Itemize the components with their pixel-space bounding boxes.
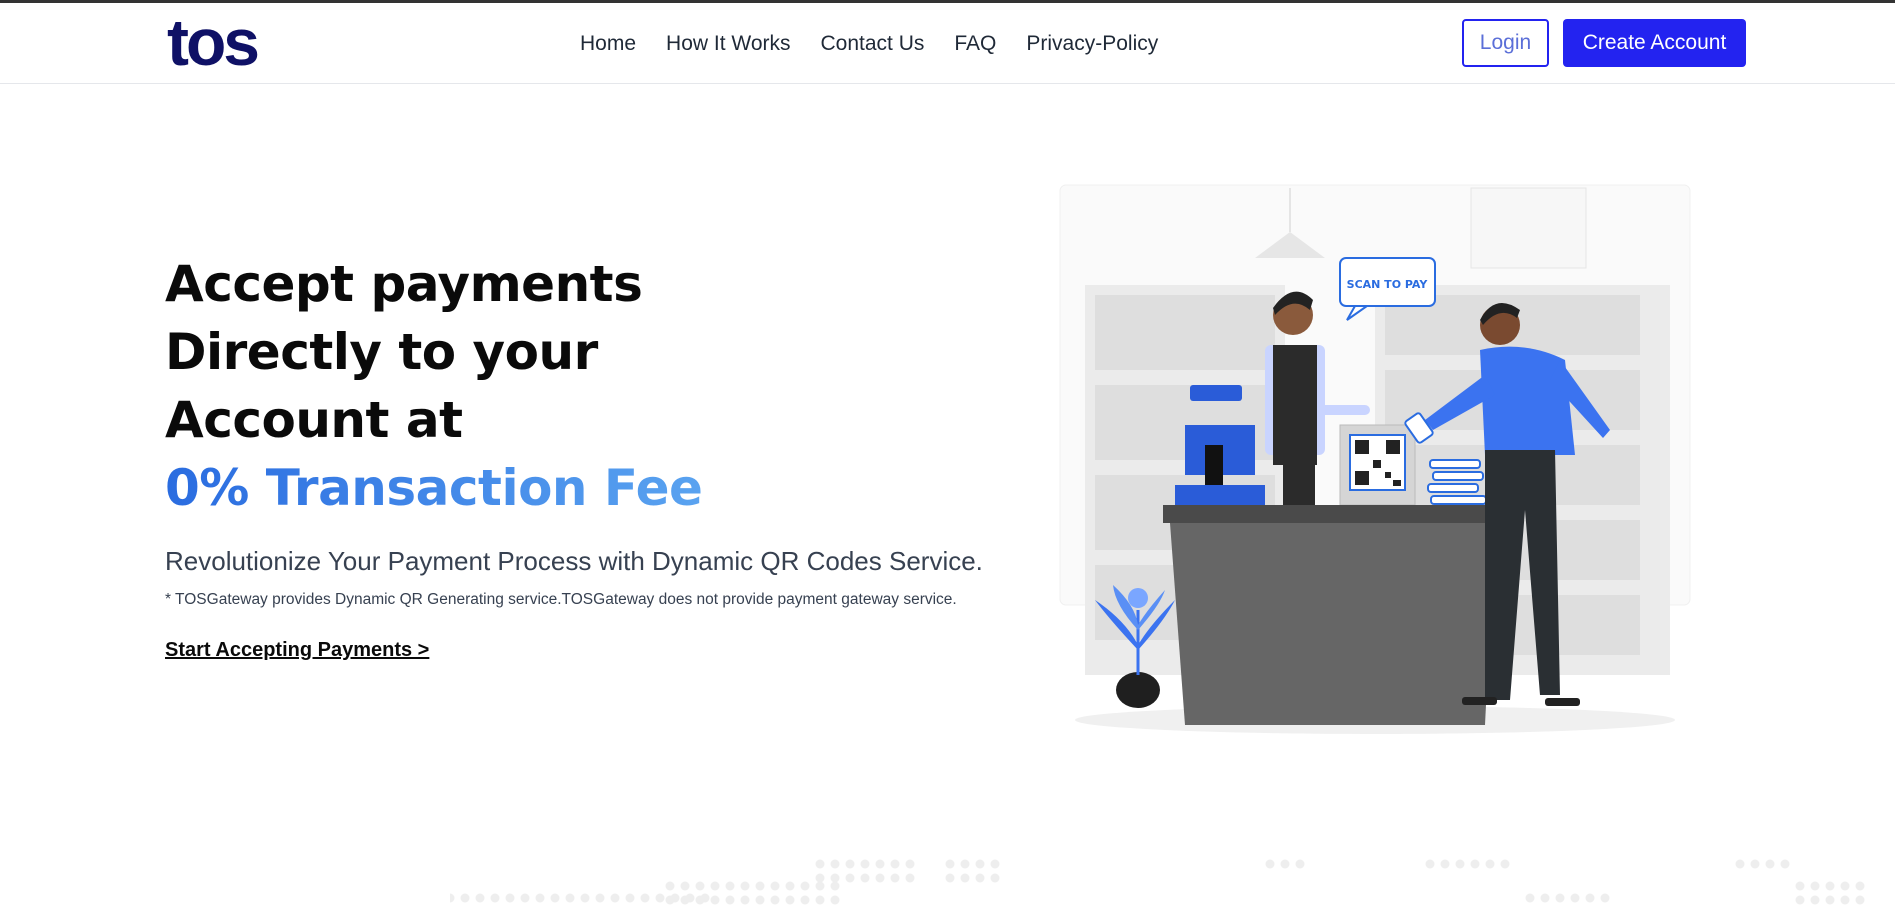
create-account-button[interactable]: Create Account	[1563, 19, 1746, 67]
nav-link-contact-us[interactable]: Contact Us	[821, 32, 925, 56]
nav-link-faq[interactable]: FAQ	[954, 32, 996, 56]
scan-to-pay-text: SCAN TO PAY	[1347, 278, 1429, 291]
navbar: tos Home How It Works Contact Us FAQ Pri…	[0, 3, 1895, 84]
hero-disclaimer: * TOSGateway provides Dynamic QR Generat…	[165, 591, 957, 608]
decorative-dots	[450, 859, 1865, 905]
logo[interactable]: tos	[167, 9, 260, 75]
nav-link-how-it-works[interactable]: How It Works	[666, 32, 790, 56]
hero-subtitle: Revolutionize Your Payment Process with …	[165, 546, 983, 576]
login-button[interactable]: Login	[1462, 19, 1549, 67]
counter	[1163, 505, 1503, 725]
headline-line-3: Account at	[165, 391, 463, 449]
headline-line-1: Accept payments	[165, 255, 643, 313]
payment-illustration: SCAN TO PAY	[1059, 184, 1691, 734]
hero-headline: Accept payments Directly to your Account…	[165, 250, 1005, 522]
hero-section: Accept payments Directly to your Account…	[165, 250, 1005, 662]
qr-code-stand	[1339, 424, 1416, 506]
headline-line-2: Directly to your	[165, 323, 598, 381]
nav-link-privacy-policy[interactable]: Privacy-Policy	[1026, 32, 1158, 56]
nav-links: Home How It Works Contact Us FAQ Privacy…	[580, 3, 1158, 84]
start-accepting-payments-link[interactable]: Start Accepting Payments >	[165, 639, 429, 662]
headline-accent: 0% Transaction Fee	[165, 459, 703, 517]
nav-link-home[interactable]: Home	[580, 32, 636, 56]
window-frame	[1470, 187, 1587, 269]
